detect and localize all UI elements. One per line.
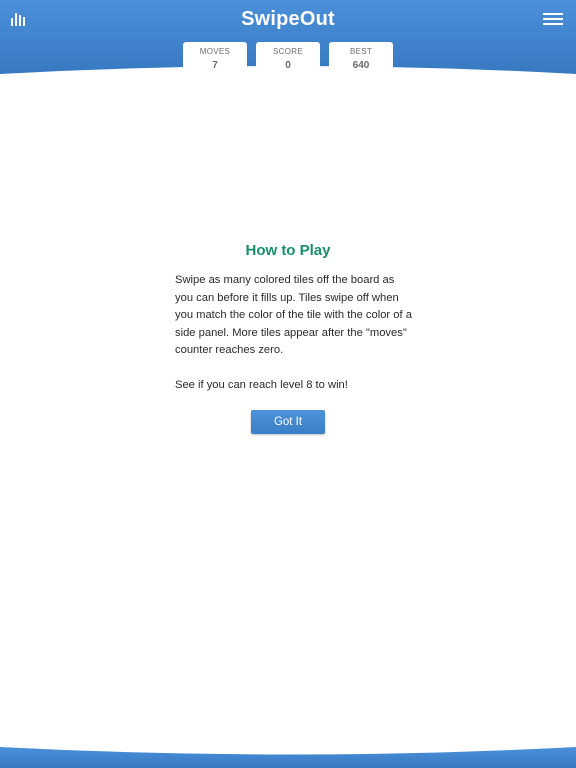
- best-label: BEST: [349, 47, 373, 56]
- hamburger-menu-icon[interactable]: [543, 13, 563, 25]
- score-counter: SCORE 0: [256, 42, 320, 74]
- game-screen: SwipeOut MOVES 7 SCORE 0 BEST 640 How to…: [0, 0, 576, 768]
- instructions-text: Swipe as many colored tiles off the boar…: [175, 274, 412, 356]
- moves-counter: MOVES 7: [183, 42, 247, 74]
- moves-value: 7: [212, 60, 218, 71]
- best-counter: BEST 640: [329, 42, 393, 74]
- score-value: 0: [285, 60, 291, 71]
- footer-wave: [0, 747, 576, 768]
- got-it-button[interactable]: Got It: [251, 410, 325, 434]
- top-bar: SwipeOut MOVES 7 SCORE 0 BEST 640: [0, 0, 576, 110]
- goal-text: See if you can reach level 8 to win!: [175, 379, 348, 391]
- best-value: 640: [352, 60, 370, 71]
- app-title: SwipeOut: [241, 8, 335, 30]
- moves-label: MOVES: [199, 47, 231, 56]
- score-label: SCORE: [273, 47, 303, 56]
- how-to-play-title: How to Play: [245, 242, 331, 259]
